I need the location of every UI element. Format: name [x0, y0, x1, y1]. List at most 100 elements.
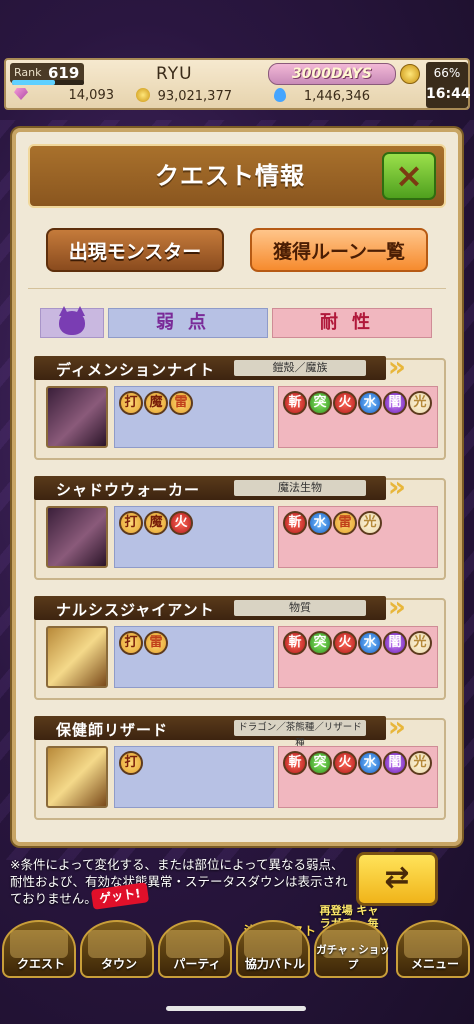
- nav-label: タウン: [100, 957, 137, 971]
- water-icon: 水: [358, 391, 382, 415]
- close-icon: ×: [394, 156, 424, 196]
- light-icon: 光: [408, 751, 432, 775]
- water-icon: 水: [308, 511, 332, 535]
- thunder-icon: 雷: [333, 511, 357, 535]
- magic-icon: 魔: [144, 511, 168, 535]
- resistance-box: 斬水雷光: [278, 506, 438, 568]
- player-name: RYU: [156, 64, 193, 84]
- nav-gacha-shop[interactable]: ガチャ・ショップ: [314, 920, 390, 978]
- monster-name: ディメンションナイト: [56, 361, 215, 379]
- tab-appearing-monsters[interactable]: 出現モンスター: [46, 228, 224, 272]
- light-icon: 光: [358, 511, 382, 535]
- light-icon: 光: [408, 391, 432, 415]
- menu-icon: [404, 930, 462, 958]
- stamina-counter: 1,446,346: [274, 88, 370, 108]
- monster-portrait: [46, 386, 108, 448]
- monster-card[interactable]: シャドウウォーカー 魔法生物 打魔火 斬水雷光: [34, 470, 446, 580]
- magic-icon: 魔: [144, 391, 168, 415]
- home-indicator[interactable]: [166, 1006, 306, 1011]
- strike-icon: 打: [119, 751, 143, 775]
- monster-name-strip: シャドウウォーカー 魔法生物: [34, 470, 406, 503]
- thunder-icon: 雷: [169, 391, 193, 415]
- pierce-icon: 突: [308, 391, 332, 415]
- weakness-icons: 打魔雷: [119, 391, 273, 419]
- monster-type: ドラゴン／茶熊種／リザード種: [234, 720, 366, 749]
- party-icon: [166, 930, 224, 958]
- monster-card[interactable]: ディメンションナイト 鎧殻／魔族 打魔雷 斬突火水闇光: [34, 350, 446, 460]
- nav-coop-battle[interactable]: 協力バトル: [236, 920, 310, 978]
- slash-icon: 斬: [283, 751, 307, 775]
- nav-quest[interactable]: クエスト: [2, 920, 76, 978]
- days-badge[interactable]: 3000DAYS: [268, 63, 396, 85]
- thunder-icon: 雷: [144, 631, 168, 655]
- light-icon: 光: [408, 631, 432, 655]
- fire-icon: 火: [333, 391, 357, 415]
- clock-time: 16:44: [426, 86, 471, 102]
- nav-label: ガチャ・ショップ: [316, 944, 390, 971]
- close-button[interactable]: ×: [382, 152, 436, 200]
- coin-shop-icon[interactable]: [400, 64, 420, 84]
- slash-icon: 斬: [283, 511, 307, 535]
- nav-label: メニュー: [410, 957, 459, 971]
- rank-label: Rank: [14, 66, 42, 79]
- stamina-count: 1,446,346: [303, 89, 370, 104]
- gem-icon: [14, 88, 28, 100]
- toggle-view-button[interactable]: ⇄: [356, 852, 438, 906]
- water-drop-icon: [274, 88, 286, 102]
- nav-party[interactable]: パーティ: [158, 920, 232, 978]
- panel-title-bar: クエスト情報 ×: [28, 144, 446, 208]
- dark-icon: 闇: [383, 391, 407, 415]
- monster-portrait: [46, 506, 108, 568]
- quest-icon: [10, 930, 68, 958]
- weakness-box: 打雷: [114, 626, 274, 688]
- slash-icon: 斬: [283, 631, 307, 655]
- water-icon: 水: [358, 631, 382, 655]
- panel-title: クエスト情報: [155, 162, 305, 190]
- monster-type: 魔法生物: [234, 480, 366, 496]
- nav-label: パーティ: [173, 957, 221, 971]
- nav-menu[interactable]: メニュー: [396, 920, 470, 978]
- resource-row: 14,093 93,021,377 1,446,346: [10, 88, 422, 108]
- quest-info-panel: クエスト情報 × 出現モンスター 獲得ルーン一覧 弱点 耐性 ディメンションナイ…: [12, 128, 462, 846]
- resistance-box: 斬突火水闇光: [278, 746, 438, 808]
- resistance-box: 斬突火水闇光: [278, 626, 438, 688]
- monster-name-strip: ナルシスジャイアント 物質: [34, 590, 406, 623]
- monster-type: 物質: [234, 600, 366, 616]
- coin-count: 93,021,377: [157, 89, 232, 104]
- coin-counter: 93,021,377: [136, 88, 232, 108]
- nav-town[interactable]: タウン: [80, 920, 154, 978]
- status-bar: Rank 619 RYU 3000DAYS 66% 16:44 14,093 9…: [4, 58, 471, 110]
- resistance-icons: 斬突火水闇光: [283, 751, 437, 779]
- monster-card[interactable]: 保健師リザード ドラゴン／茶熊種／リザード種 打 斬突火水闇光: [34, 710, 446, 820]
- strike-icon: 打: [119, 391, 143, 415]
- dark-icon: 闇: [383, 751, 407, 775]
- resistance-box: 斬突火水闇光: [278, 386, 438, 448]
- weakness-icons: 打: [119, 751, 273, 779]
- monster-portrait: [46, 746, 108, 808]
- header-resistance: 耐性: [272, 308, 432, 338]
- dark-icon: 闇: [383, 631, 407, 655]
- monster-name: シャドウウォーカー: [56, 481, 201, 499]
- weakness-icons: 打雷: [119, 631, 273, 659]
- monster-type: 鎧殻／魔族: [234, 360, 366, 376]
- water-icon: 水: [358, 751, 382, 775]
- battery-percent: 66%: [433, 66, 461, 80]
- strike-icon: 打: [119, 511, 143, 535]
- monster-card[interactable]: ナルシスジャイアント 物質 打雷 斬突火水闇光: [34, 590, 446, 700]
- strike-icon: 打: [119, 631, 143, 655]
- monster-name: ナルシスジャイアント: [56, 601, 215, 619]
- resistance-icons: 斬突火水闇光: [283, 391, 437, 419]
- weakness-icons: 打魔火: [119, 511, 273, 539]
- demon-icon: [59, 306, 85, 335]
- battery-clock: 66% 16:44: [426, 62, 471, 108]
- weakness-box: 打魔火: [114, 506, 274, 568]
- gem-count: 14,093: [68, 88, 115, 103]
- gem-counter[interactable]: 14,093: [14, 88, 114, 108]
- pierce-icon: 突: [308, 631, 332, 655]
- monster-name-strip: ディメンションナイト 鎧殻／魔族: [34, 350, 406, 383]
- rank-progress-bar: [12, 80, 84, 85]
- weakness-box: 打魔雷: [114, 386, 274, 448]
- tab-rune-list[interactable]: 獲得ルーン一覧: [250, 228, 428, 272]
- resistance-icons: 斬水雷光: [283, 511, 437, 539]
- header-monster-cell: [40, 306, 104, 338]
